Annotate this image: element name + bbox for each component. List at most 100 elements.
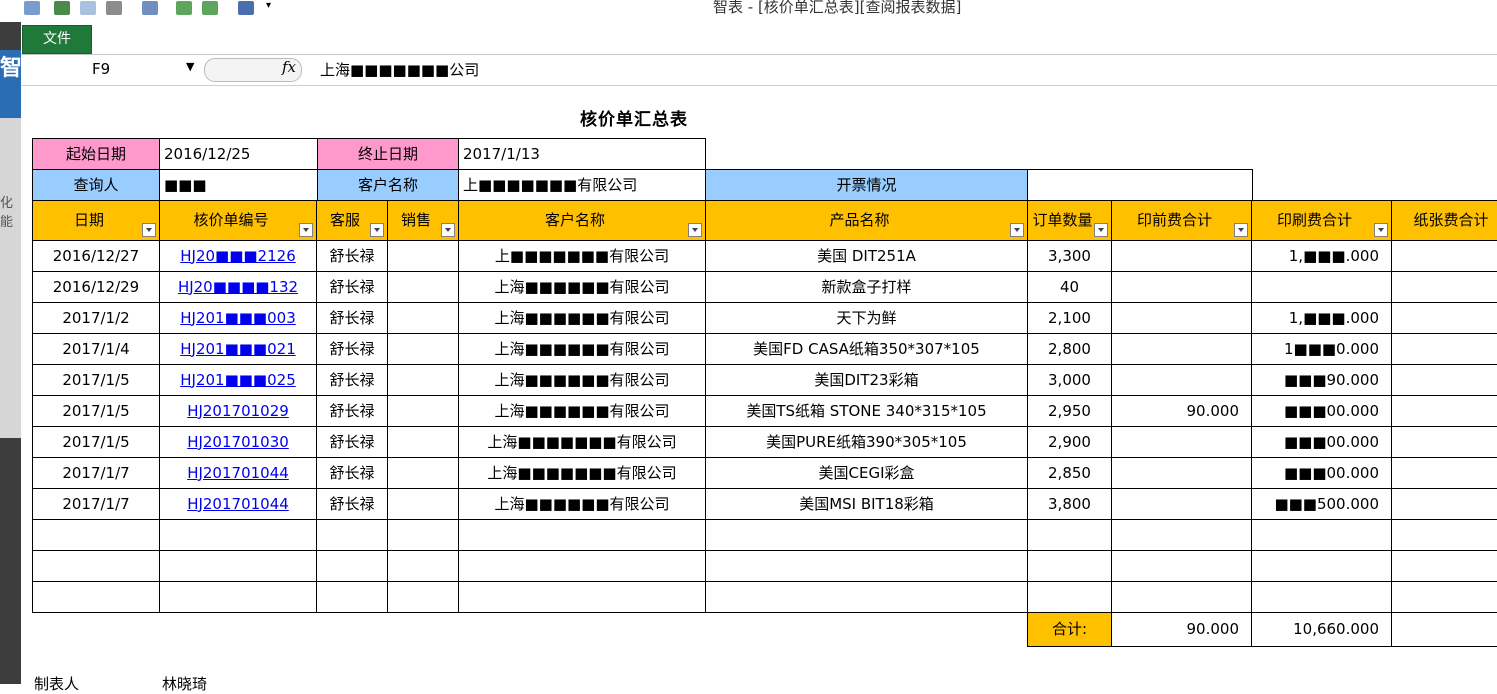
printing-cell[interactable]: ■■■00.000	[1251, 457, 1392, 489]
filter-arrow-icon[interactable]	[1234, 223, 1248, 237]
date-cell[interactable]: 2017/1/5	[32, 426, 160, 458]
prepress-cell[interactable]	[1111, 271, 1252, 303]
filter-arrow-icon[interactable]	[1374, 223, 1388, 237]
date-cell[interactable]: 2017/1/7	[32, 488, 160, 520]
quote-id-link[interactable]: HJ20■■■■132	[178, 279, 298, 295]
prepress-cell[interactable]	[1111, 488, 1252, 520]
invoice-status-value[interactable]	[1027, 169, 1253, 201]
col-cs-header[interactable]: 客服	[316, 200, 388, 241]
quote-id-link[interactable]: HJ201701044	[187, 465, 289, 481]
customer-cell[interactable]	[458, 550, 706, 582]
qty-cell[interactable]: 2,100	[1027, 302, 1112, 334]
filter-arrow-icon[interactable]	[1094, 223, 1108, 237]
cs-cell[interactable]: 舒长禄	[316, 302, 388, 334]
redo-icon[interactable]	[54, 1, 70, 15]
qty-cell[interactable]: 40	[1027, 271, 1112, 303]
printing-cell[interactable]	[1251, 271, 1392, 303]
col-printing-header[interactable]: 印刷费合计	[1251, 200, 1392, 241]
paper-cell[interactable]	[1391, 271, 1497, 303]
product-cell[interactable]	[705, 581, 1028, 613]
name-box[interactable]: F9 ▼	[22, 58, 200, 80]
quote-id-link[interactable]: HJ201■■■025	[180, 372, 295, 388]
paper-cell[interactable]	[1391, 333, 1497, 365]
dropdown-arrow-icon[interactable]: ▼	[186, 60, 194, 73]
product-cell[interactable]: 美国 DIT251A	[705, 240, 1028, 272]
filter-arrow-icon[interactable]	[370, 223, 384, 237]
cs-cell[interactable]	[316, 581, 388, 613]
cs-cell[interactable]: 舒长禄	[316, 395, 388, 427]
delete-row-icon[interactable]	[202, 1, 218, 15]
cs-cell[interactable]: 舒长禄	[316, 426, 388, 458]
paper-cell[interactable]	[1391, 581, 1497, 613]
filter-arrow-icon[interactable]	[1010, 223, 1024, 237]
cs-cell[interactable]: 舒长禄	[316, 457, 388, 489]
quote-id-link[interactable]: HJ201■■■021	[180, 341, 295, 357]
product-cell[interactable]	[705, 550, 1028, 582]
printing-cell[interactable]: ■■■90.000	[1251, 364, 1392, 396]
undo-icon[interactable]	[24, 1, 40, 15]
sales-cell[interactable]	[387, 457, 459, 489]
customer-cell[interactable]: 上海■■■■■■有限公司	[458, 302, 706, 334]
prepress-cell[interactable]: 90.000	[1111, 395, 1252, 427]
qty-cell[interactable]: 2,900	[1027, 426, 1112, 458]
cs-cell[interactable]	[316, 550, 388, 582]
qty-cell[interactable]	[1027, 581, 1112, 613]
product-cell[interactable]: 美国MSI BIT18彩箱	[705, 488, 1028, 520]
customer-cell[interactable]	[458, 581, 706, 613]
id-cell[interactable]: HJ20■■■2126	[159, 240, 317, 272]
customer-cell[interactable]: 上■■■■■■■有限公司	[458, 240, 706, 272]
start-date-value[interactable]: 2016/12/25	[159, 138, 318, 170]
product-cell[interactable]: 美国FD CASA纸箱350*307*105	[705, 333, 1028, 365]
cs-cell[interactable]: 舒长禄	[316, 271, 388, 303]
date-cell[interactable]: 2017/1/5	[32, 395, 160, 427]
id-cell[interactable]: HJ201■■■025	[159, 364, 317, 396]
paper-cell[interactable]	[1391, 426, 1497, 458]
sales-cell[interactable]	[387, 581, 459, 613]
exit-icon[interactable]	[238, 1, 254, 15]
prepress-cell[interactable]	[1111, 457, 1252, 489]
quote-id-link[interactable]: HJ201701044	[187, 496, 289, 512]
quote-id-link[interactable]: HJ201701030	[187, 434, 289, 450]
col-date-header[interactable]: 日期	[32, 200, 160, 241]
customer-cell[interactable]	[458, 519, 706, 551]
sales-cell[interactable]	[387, 395, 459, 427]
qty-cell[interactable]: 2,850	[1027, 457, 1112, 489]
printing-cell[interactable]	[1251, 519, 1392, 551]
id-cell[interactable]: HJ201■■■021	[159, 333, 317, 365]
paper-cell[interactable]	[1391, 457, 1497, 489]
date-cell[interactable]	[32, 581, 160, 613]
paper-cell[interactable]	[1391, 395, 1497, 427]
quote-id-link[interactable]: HJ201701029	[187, 403, 289, 419]
date-cell[interactable]: 2017/1/7	[32, 457, 160, 489]
filter-arrow-icon[interactable]	[142, 223, 156, 237]
qty-cell[interactable]	[1027, 550, 1112, 582]
fx-icon[interactable]: fx	[282, 58, 296, 76]
col-id-header[interactable]: 核价单编号	[159, 200, 317, 241]
paper-cell[interactable]	[1391, 364, 1497, 396]
printing-cell[interactable]	[1251, 581, 1392, 613]
sales-cell[interactable]	[387, 519, 459, 551]
date-cell[interactable]	[32, 519, 160, 551]
product-cell[interactable]: 新款盒子打样	[705, 271, 1028, 303]
filter-arrow-icon[interactable]	[299, 223, 313, 237]
id-cell[interactable]	[159, 519, 317, 551]
qty-cell[interactable]: 2,950	[1027, 395, 1112, 427]
id-cell[interactable]: HJ201701030	[159, 426, 317, 458]
end-date-value[interactable]: 2017/1/13	[458, 138, 706, 170]
id-cell[interactable]: HJ20■■■■132	[159, 271, 317, 303]
prepress-cell[interactable]	[1111, 426, 1252, 458]
customer-name-value[interactable]: 上■■■■■■■有限公司	[458, 169, 706, 201]
customer-cell[interactable]: 上海■■■■■■有限公司	[458, 271, 706, 303]
col-sales-header[interactable]: 销售	[387, 200, 459, 241]
file-tab[interactable]: 文件	[22, 25, 92, 54]
cs-cell[interactable]	[316, 519, 388, 551]
date-cell[interactable]	[32, 550, 160, 582]
date-cell[interactable]: 2016/12/27	[32, 240, 160, 272]
prepress-cell[interactable]	[1111, 240, 1252, 272]
customer-cell[interactable]: 上海■■■■■■有限公司	[458, 395, 706, 427]
preview-icon[interactable]	[80, 1, 96, 15]
col-product-header[interactable]: 产品名称	[705, 200, 1028, 241]
product-cell[interactable]: 美国DIT23彩箱	[705, 364, 1028, 396]
customer-cell[interactable]: 上海■■■■■■■有限公司	[458, 457, 706, 489]
prepress-cell[interactable]	[1111, 519, 1252, 551]
